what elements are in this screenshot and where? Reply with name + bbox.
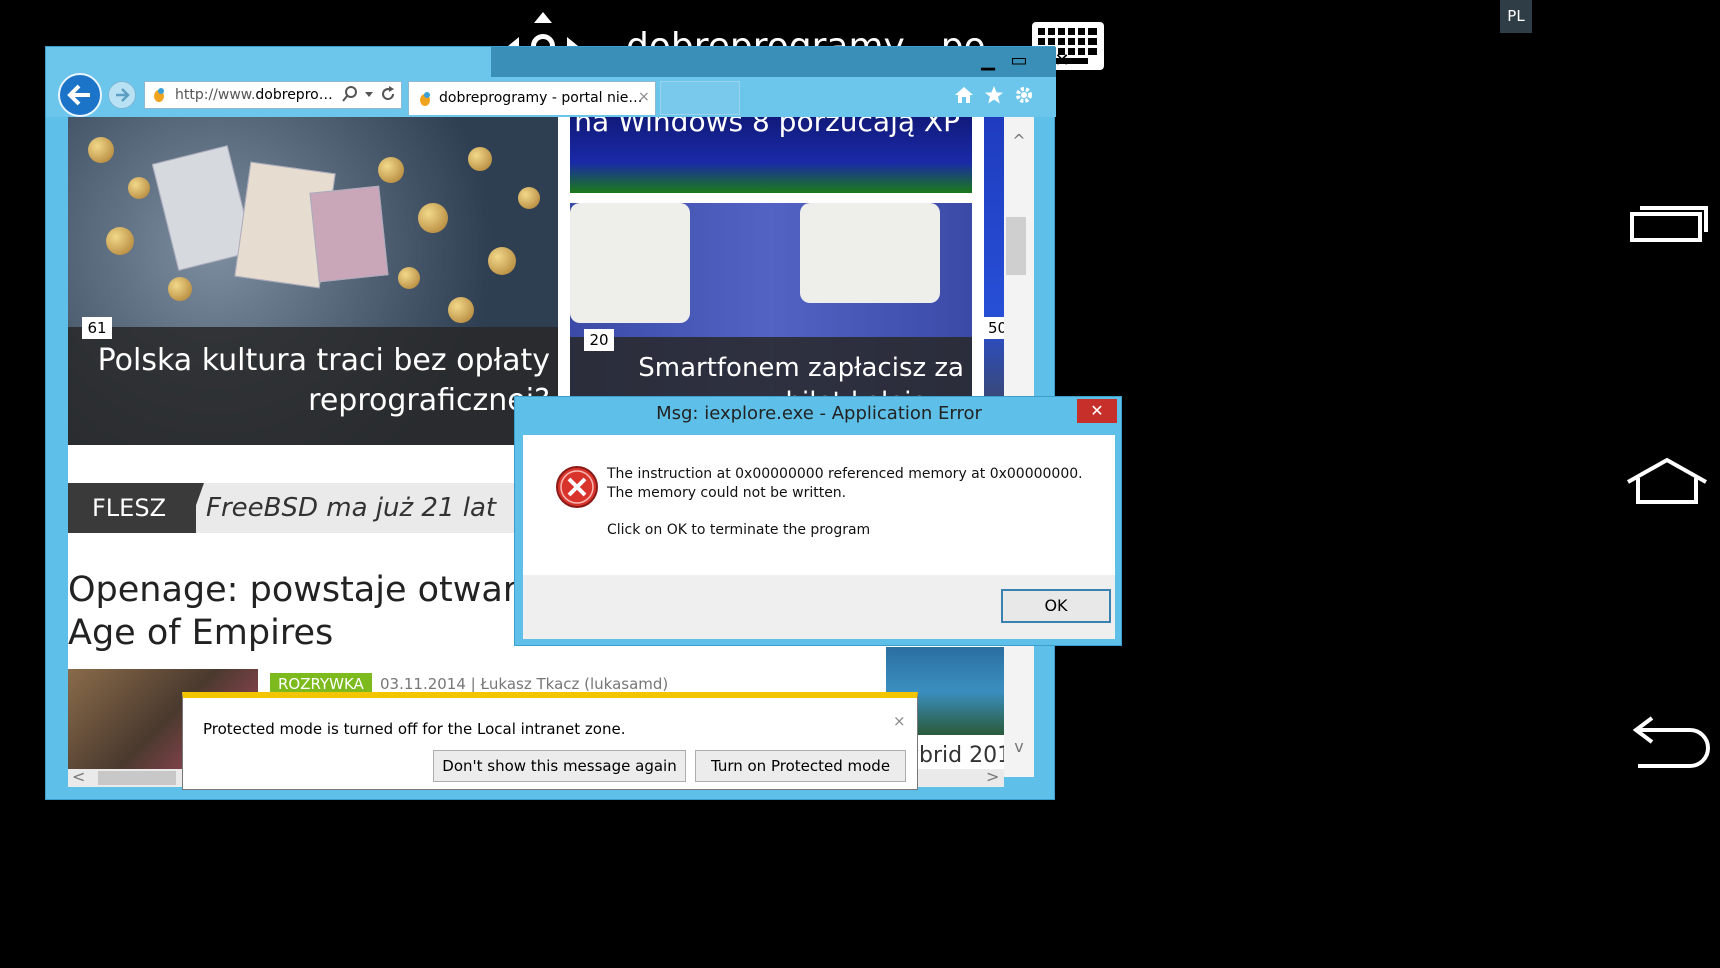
forward-button[interactable]: [108, 81, 136, 109]
notification-text: Protected mode is turned off for the Loc…: [203, 720, 626, 738]
coin: [468, 147, 492, 171]
maximize-button[interactable]: ▭: [1003, 47, 1035, 75]
forward-arrow-icon: [116, 88, 130, 102]
refresh-icon[interactable]: [380, 85, 396, 103]
tile-image-xp[interactable]: Skazani na Windows 8 porzucają XP: [570, 117, 972, 193]
coin: [418, 203, 448, 233]
url-prefix: http://www.: [175, 87, 256, 103]
seat-cover: [570, 203, 690, 323]
url-domain: dobrepro…: [255, 87, 333, 103]
new-tab-button[interactable]: [660, 81, 740, 115]
coin: [518, 187, 540, 209]
vertical-scroll-thumb[interactable]: [1006, 217, 1026, 275]
coin: [448, 297, 474, 323]
dont-show-again-button[interactable]: Don't show this message again: [433, 750, 686, 782]
back-button[interactable]: [58, 73, 102, 117]
coin: [128, 177, 150, 199]
flesz-slant: [186, 483, 204, 533]
dialog-title: Msg: iexplore.exe - Application Error: [656, 403, 982, 424]
tab-favicon-icon: [420, 92, 430, 106]
window-close-button[interactable]: ✕: [1046, 47, 1078, 75]
comment-count: 20: [584, 329, 614, 351]
dialog-close-button[interactable]: ✕: [1077, 399, 1117, 423]
home-nav-icon[interactable]: [1624, 454, 1710, 510]
tile-image-coins[interactable]: 61 Polska kultura traci bez opłaty repro…: [68, 117, 558, 445]
close-icon[interactable]: ×: [893, 712, 907, 730]
flesz-headline[interactable]: FreeBSD ma już 21 lat: [206, 483, 496, 533]
ok-button[interactable]: OK: [1001, 589, 1111, 623]
recents-icon[interactable]: [1624, 196, 1710, 252]
scroll-right-icon[interactable]: >: [986, 767, 1004, 787]
coin: [106, 227, 134, 255]
coin: [488, 247, 516, 275]
error-instruction: Click on OK to terminate the program: [607, 522, 871, 538]
banknote: [309, 185, 389, 283]
tile-title[interactable]: Skazani na Windows 8 porzucają XP: [570, 117, 960, 139]
back-arrow-icon: [67, 84, 90, 106]
language-badge[interactable]: PL: [1500, 0, 1532, 33]
tab-label: dobreprogramy - portal nie…: [439, 90, 643, 106]
gear-icon[interactable]: [1014, 85, 1034, 105]
comment-count: 61: [82, 317, 112, 339]
flesz-label: FLESZ: [68, 483, 196, 533]
tab-dobreprogramy[interactable]: dobreprogramy - portal nie…: [408, 81, 656, 115]
tile-title[interactable]: Polska kultura traci bez opłaty reprogra…: [88, 341, 550, 421]
coin: [378, 157, 404, 183]
tab-close-icon[interactable]: ×: [638, 89, 652, 105]
dialog-footer: OK: [523, 575, 1115, 639]
site-favicon-icon: [154, 88, 164, 102]
scroll-down-icon[interactable]: v: [1008, 737, 1030, 756]
error-message: The instruction at 0x00000000 referenced…: [607, 466, 1083, 501]
chevron-down-icon[interactable]: [364, 85, 374, 103]
error-icon: [556, 466, 598, 508]
seat-cover: [800, 203, 940, 303]
back-nav-icon[interactable]: [1624, 716, 1710, 772]
application-error-dialog: Msg: iexplore.exe - Application Error ✕ …: [514, 396, 1122, 646]
coin: [88, 137, 114, 163]
horizontal-scroll-thumb[interactable]: [98, 771, 176, 785]
scroll-up-icon[interactable]: ^: [1008, 131, 1030, 150]
minimize-button[interactable]: ▁: [972, 47, 1004, 75]
protected-mode-notification: Protected mode is turned off for the Loc…: [182, 692, 918, 790]
coin: [398, 267, 420, 289]
window-controls: ▁ ▭ ✕: [491, 47, 1070, 77]
dialog-body: The instruction at 0x00000000 referenced…: [523, 435, 1115, 575]
scroll-left-icon[interactable]: <: [72, 767, 90, 787]
star-icon[interactable]: [984, 85, 1004, 105]
search-icon[interactable]: [342, 85, 358, 103]
coin: [168, 277, 192, 301]
home-icon[interactable]: [954, 85, 974, 105]
turn-on-protected-mode-button[interactable]: Turn on Protected mode: [695, 750, 906, 782]
